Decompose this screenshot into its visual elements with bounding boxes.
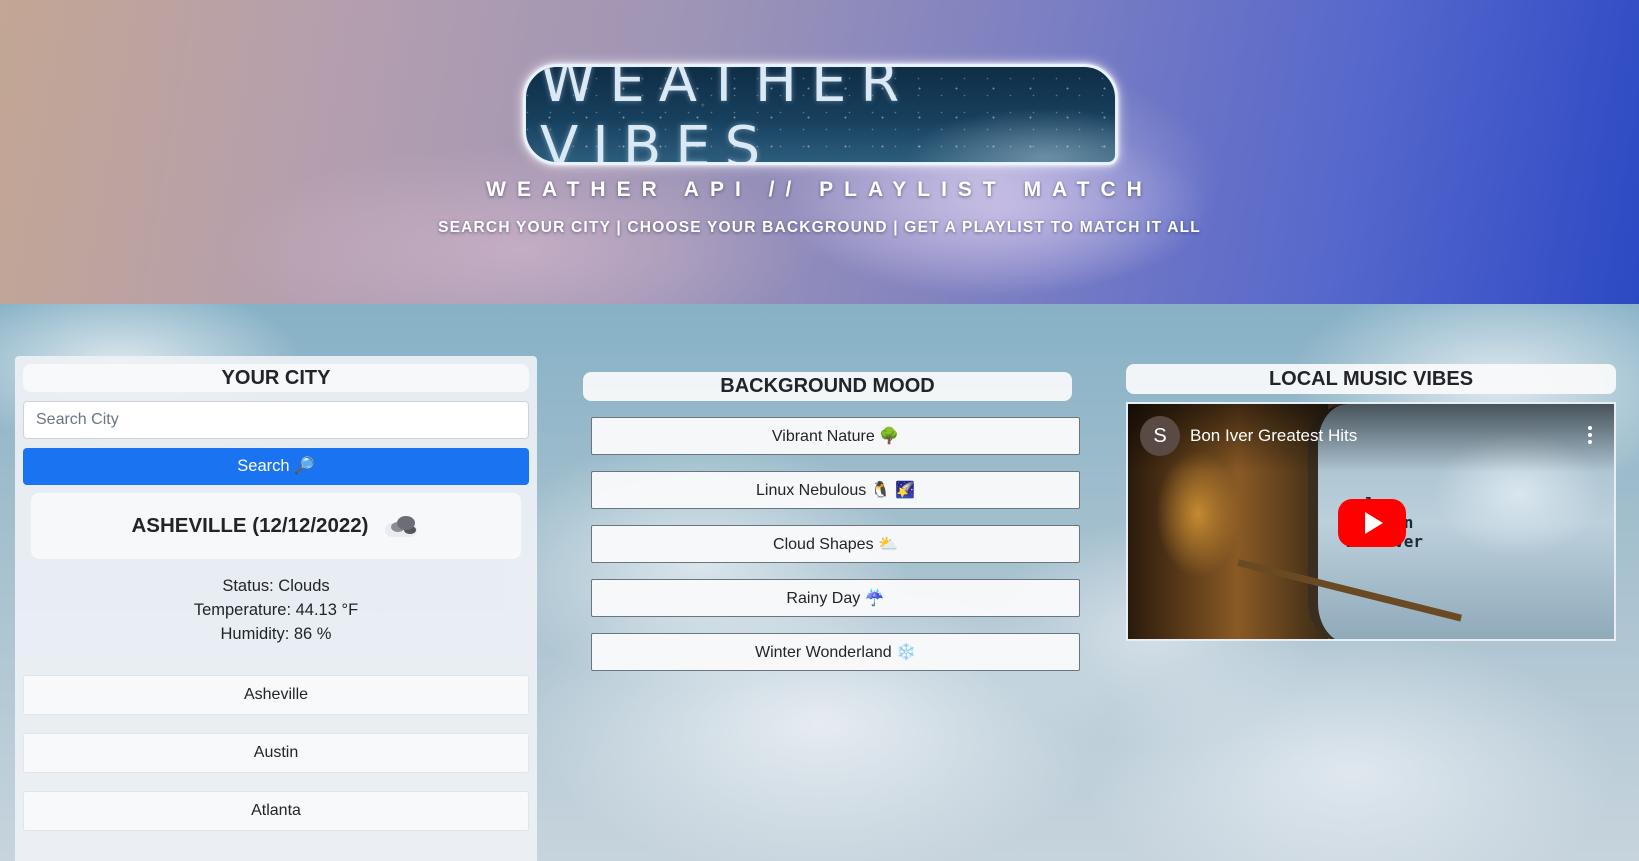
video-title[interactable]: Bon Iver Greatest Hits — [1190, 426, 1357, 446]
history-button-atlanta[interactable]: Atlanta — [23, 791, 529, 831]
page-tagline: SEARCH YOUR CITY | CHOOSE YOUR BACKGROUN… — [438, 219, 1201, 236]
channel-avatar[interactable]: S — [1140, 416, 1180, 456]
weather-status: Status: Clouds — [222, 577, 330, 595]
weather-temperature: Temperature: 44.13 °F — [193, 601, 359, 619]
youtube-embed[interactable]: le Million Bon Iver S Bon Iver Greatest … — [1126, 402, 1616, 641]
city-panel: YOUR CITY Search 🔎 ASHEVILLE (12/12/2022… — [15, 356, 537, 861]
play-icon[interactable] — [1338, 499, 1406, 547]
music-panel-heading: LOCAL MUSIC VIBES — [1126, 364, 1616, 394]
mood-button-rainy-day[interactable]: Rainy Day ☔ — [591, 579, 1080, 617]
history-button-austin[interactable]: Austin — [23, 733, 529, 773]
mood-panel-heading: BACKGROUND MOOD — [583, 372, 1072, 401]
city-panel-heading: YOUR CITY — [23, 364, 529, 392]
page-subtitle: WEATHER API // PLAYLIST MATCH — [486, 178, 1153, 201]
mood-button-cloud-shapes[interactable]: Cloud Shapes ⛅ — [591, 525, 1080, 563]
mood-button-linux-nebulous[interactable]: Linux Nebulous 🐧 🌠 — [591, 471, 1080, 509]
history-button-asheville[interactable]: Asheville — [23, 675, 529, 715]
weather-humidity: Humidity: 86 % — [220, 625, 332, 643]
more-options-icon[interactable] — [1588, 426, 1592, 444]
mood-button-vibrant-nature[interactable]: Vibrant Nature 🌳 — [591, 417, 1080, 455]
mood-button-winter-wonderland[interactable]: Winter Wonderland ❄️ — [591, 633, 1080, 671]
city-search-input[interactable] — [23, 401, 529, 439]
weather-stats: Status: Clouds Temperature: 44.13 °F Hum… — [15, 574, 537, 646]
title-box: WEATHER VIBES — [523, 64, 1118, 165]
current-weather-card: ASHEVILLE (12/12/2022) — [31, 493, 521, 559]
search-button[interactable]: Search 🔎 — [23, 448, 529, 485]
cloud-icon — [383, 513, 421, 539]
header-banner: WEATHER VIBES WEATHER API // PLAYLIST MA… — [0, 0, 1639, 304]
current-city-date: ASHEVILLE (12/12/2022) — [131, 514, 369, 537]
page-title: WEATHER VIBES — [540, 64, 914, 165]
